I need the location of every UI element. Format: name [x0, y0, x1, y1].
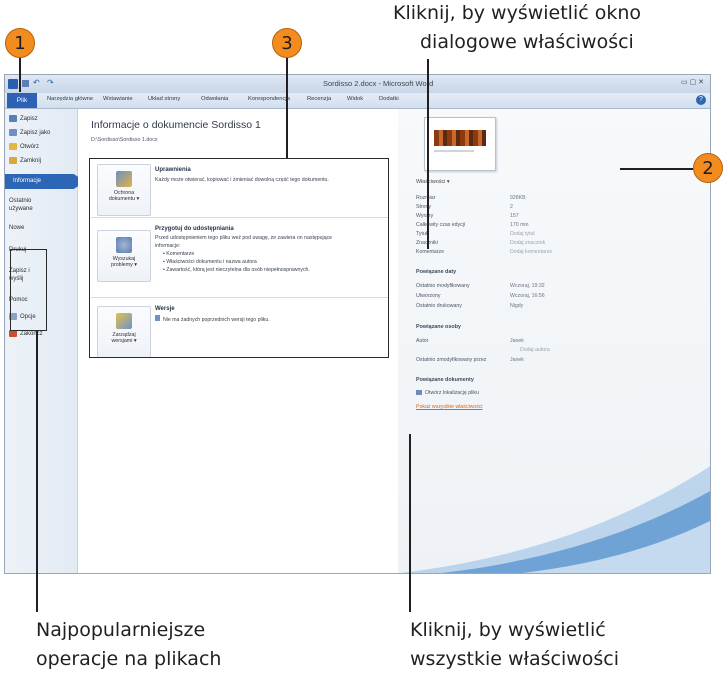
badge-3: 3: [272, 28, 302, 58]
tab-review[interactable]: Recenzja: [307, 96, 331, 102]
title-bar: ↶ ↷ Sordisso 2.docx - Microsoft Word ▭ ▢…: [5, 75, 710, 93]
ribbon-tabs: Plik Narzędzia główne Wstawianie Układ s…: [5, 93, 710, 109]
nav-highlight-frame: [10, 249, 47, 331]
prop-title-value[interactable]: Dodaj tytuł: [510, 231, 535, 237]
folder-open-icon: [9, 143, 17, 150]
nav-save[interactable]: Zapisz: [9, 115, 38, 122]
related-people-header: Powiązane osoby: [416, 324, 461, 330]
callout-line-badge2: [620, 168, 693, 170]
thumbnail-image: [434, 130, 486, 146]
properties-header[interactable]: Właściwości ▾: [416, 179, 450, 185]
redo-icon[interactable]: ↷: [47, 78, 54, 87]
add-author-link[interactable]: Dodaj autora: [520, 347, 550, 353]
callout-properties-dialog-line2: dialogowe właściwości: [420, 31, 634, 53]
prop-tags-value[interactable]: Dodaj znacznik: [510, 240, 545, 246]
help-icon[interactable]: ?: [696, 95, 706, 105]
author-value: Janek: [510, 338, 524, 344]
save-as-icon: [9, 129, 17, 136]
sections-frame: [89, 158, 389, 358]
show-all-properties-link[interactable]: Pokaż wszystkie właściwości: [416, 404, 483, 410]
window-title: Sordisso 2.docx - Microsoft Word: [323, 79, 434, 88]
open-file-location-link[interactable]: Otwórz lokalizację pliku: [416, 390, 479, 396]
prop-words-label: Wyrazy: [416, 213, 434, 219]
callout-all-properties-line1: Kliknij, by wyświetlić: [410, 619, 606, 641]
date-printed-label: Ostatnio drukowany: [416, 303, 462, 309]
callout-file-operations-line2: operacje na plikach: [36, 648, 222, 670]
callout-line-file-ops: [36, 331, 38, 612]
quick-save-icon[interactable]: [22, 80, 29, 87]
backstage-nav: Zapisz Zapisz jako Otwórz Zamknij Inform…: [5, 109, 85, 573]
tab-file[interactable]: Plik: [7, 93, 37, 108]
nav-save-as[interactable]: Zapisz jako: [9, 129, 50, 136]
prop-title-label: Tytuł: [416, 231, 427, 237]
tab-view[interactable]: Widok: [347, 96, 363, 102]
nav-close[interactable]: Zamknij: [9, 157, 41, 164]
callout-line-all-props: [409, 434, 411, 612]
prop-words-value: 157: [510, 213, 519, 219]
nav-recent[interactable]: Ostatnio używane: [9, 197, 33, 213]
date-printed-value: Nigdy: [510, 303, 524, 309]
word-app-icon[interactable]: [8, 79, 18, 89]
nav-info[interactable]: Informacje: [5, 174, 85, 189]
tab-addins[interactable]: Dodatki: [379, 96, 399, 102]
callout-properties-dialog-line1: Kliknij, by wyświetlić okno: [393, 2, 642, 24]
callout-file-operations-line1: Najpopularniejsze: [36, 619, 206, 641]
tab-home[interactable]: Narzędzia główne: [47, 96, 93, 102]
window-controls[interactable]: ▭ ▢ ✕: [681, 78, 704, 86]
date-modified-label: Ostatnio modyfikowany: [416, 283, 470, 289]
thumbnail-text: [434, 150, 474, 152]
date-created-value: Wczoraj, 16:56: [510, 293, 545, 299]
prop-pages-value: 2: [510, 204, 513, 210]
tab-mailings[interactable]: Korespondencja: [248, 96, 290, 102]
author-label: Autor: [416, 338, 429, 344]
folder-close-icon: [9, 157, 17, 164]
callout-line-badge3: [286, 48, 288, 158]
properties-pane: Właściwości ▾ Rozmiar 928KB Strony 2 Wyr…: [398, 109, 710, 573]
nav-open[interactable]: Otwórz: [9, 143, 39, 150]
prop-size-value: 928KB: [510, 195, 526, 201]
tab-insert[interactable]: Wstawianie: [103, 96, 133, 102]
badge-2: 2: [693, 153, 723, 183]
related-dates-header: Powiązane daty: [416, 269, 457, 275]
last-modified-by-label: Ostatnio zmodyfikowany przez: [416, 357, 487, 363]
save-icon: [9, 115, 17, 122]
tab-page-layout[interactable]: Układ strony: [148, 96, 180, 102]
date-modified-value: Wczoraj, 19:32: [510, 283, 545, 289]
undo-icon[interactable]: ↶: [33, 78, 40, 87]
background-swoosh: [400, 466, 710, 573]
folder-icon: [416, 390, 422, 396]
nav-exit[interactable]: Zakończ: [9, 330, 43, 337]
document-path: D:\Sordisso\Sordisso 1.docx: [91, 137, 158, 143]
callout-all-properties-line2: wszystkie właściwości: [410, 648, 620, 670]
prop-edit-time-label: Całkowity czas edycji: [416, 222, 466, 228]
callout-line-properties: [427, 59, 429, 249]
badge-1: 1: [5, 28, 35, 58]
related-documents-header: Powiązane dokumenty: [416, 377, 474, 383]
prop-comments-value[interactable]: Dodaj komentarze: [510, 249, 552, 255]
document-thumbnail[interactable]: [424, 117, 496, 171]
prop-edit-time-value: 170 min: [510, 222, 529, 228]
last-modified-by-value: Janek: [510, 357, 524, 363]
prop-size-label: Rozmiar: [416, 195, 436, 201]
info-heading: Informacje o dokumencie Sordisso 1: [91, 119, 261, 131]
word-window: ↶ ↷ Sordisso 2.docx - Microsoft Word ▭ ▢…: [4, 74, 711, 574]
tab-references[interactable]: Odwołania: [201, 96, 228, 102]
exit-icon: [9, 330, 17, 337]
prop-pages-label: Strony: [416, 204, 431, 210]
date-created-label: Utworzony: [416, 293, 441, 299]
nav-new[interactable]: Nowe: [9, 225, 24, 231]
prop-comments-label: Komentarze: [416, 249, 444, 255]
